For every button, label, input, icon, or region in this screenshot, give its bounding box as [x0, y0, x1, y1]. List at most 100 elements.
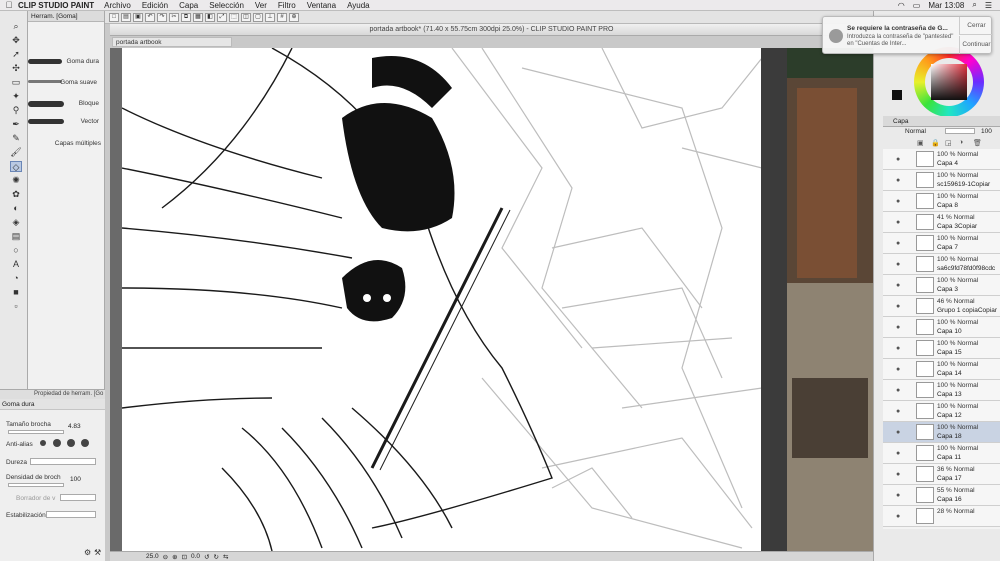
visibility-icon[interactable]: ●: [896, 366, 900, 373]
settings-icon[interactable]: ⚙: [84, 548, 91, 557]
subtool-bloque[interactable]: Bloque: [28, 95, 105, 113]
visibility-icon[interactable]: ●: [896, 240, 900, 247]
new-layer-icon[interactable]: ▣: [917, 139, 924, 147]
document-tab[interactable]: portada artbook: [112, 37, 232, 47]
menu-seleccion[interactable]: Selección: [209, 1, 244, 10]
stabilization-slider[interactable]: [46, 511, 96, 518]
transform-icon[interactable]: ⤢: [217, 12, 227, 22]
transparent-swatch-icon[interactable]: ▫: [10, 301, 22, 312]
density-value[interactable]: 100: [70, 476, 81, 483]
eraser-tool-icon[interactable]: ◇: [10, 161, 22, 172]
snap-grid-icon[interactable]: #: [277, 12, 287, 22]
layer-row[interactable]: ● 100 % Normal sc159619-1Copiar: [883, 170, 1000, 191]
move-tool-icon[interactable]: ✥: [10, 35, 22, 46]
layer-row[interactable]: ● 100 % Normal Capa 7: [883, 233, 1000, 254]
visibility-icon[interactable]: ●: [896, 324, 900, 331]
balloon-tool-icon[interactable]: ◔: [10, 273, 22, 284]
subtool-goma-dura[interactable]: Goma dura: [28, 53, 105, 71]
opacity-value[interactable]: 100: [981, 128, 992, 135]
blend-mode-select[interactable]: Normal: [905, 128, 926, 135]
pen-tool-icon[interactable]: ✒: [10, 119, 22, 130]
subtool-capas-multiples[interactable]: Capas múltiples: [28, 135, 105, 153]
wrench-icon[interactable]: ⚒: [94, 548, 101, 557]
visibility-icon[interactable]: ●: [896, 345, 900, 352]
text-tool-icon[interactable]: A: [10, 259, 22, 270]
visibility-icon[interactable]: ●: [896, 471, 900, 478]
fill-icon[interactable]: ◧: [205, 12, 215, 22]
layer-row[interactable]: ● 46 % Normal Grupo 1 copiaCopiar: [883, 296, 1000, 317]
layer-row[interactable]: ● 100 % Normal Capa 15: [883, 338, 1000, 359]
visibility-icon[interactable]: ●: [896, 219, 900, 226]
rotate-right-icon[interactable]: ↻: [214, 553, 219, 561]
paste-icon[interactable]: ▦: [193, 12, 203, 22]
undo-icon[interactable]: ↶: [145, 12, 155, 22]
menu-capa[interactable]: Capa: [179, 1, 198, 10]
layer-row[interactable]: ● 100 % Normal sa6c9fd78fd0f98cdc: [883, 254, 1000, 275]
new-file-icon[interactable]: □: [109, 12, 119, 22]
fill-tool-icon[interactable]: ◈: [10, 217, 22, 228]
visibility-icon[interactable]: ●: [896, 387, 900, 394]
drawing-canvas[interactable]: [110, 48, 873, 551]
menu-ver[interactable]: Ver: [255, 1, 267, 10]
invert-selection-icon[interactable]: ◫: [241, 12, 251, 22]
visibility-icon[interactable]: ●: [896, 429, 900, 436]
fit-icon[interactable]: ⊡: [182, 553, 187, 561]
delete-layer-icon[interactable]: 🗑: [973, 139, 982, 147]
density-slider[interactable]: [8, 483, 64, 487]
layer-row[interactable]: ● 100 % Normal Capa 14: [883, 359, 1000, 380]
opacity-slider[interactable]: [945, 128, 975, 134]
visibility-icon[interactable]: ●: [896, 303, 900, 310]
color-saturation-square[interactable]: [931, 64, 967, 100]
color-wheel[interactable]: [914, 47, 984, 117]
layer-move-icon[interactable]: ✣: [10, 63, 22, 74]
selection-border-icon[interactable]: ▢: [253, 12, 263, 22]
brush-tool-icon[interactable]: 🖌: [10, 147, 22, 158]
antialias-strong[interactable]: [81, 439, 89, 447]
brush-size-slider[interactable]: [8, 430, 64, 434]
antialias-medium[interactable]: [67, 439, 75, 447]
layer-row[interactable]: ● 41 % Normal Capa 3Copiar: [883, 212, 1000, 233]
menu-archivo[interactable]: Archivo: [104, 1, 131, 10]
antialias-none[interactable]: [40, 440, 46, 446]
visibility-icon[interactable]: ●: [896, 156, 900, 163]
app-menu[interactable]: CLIP STUDIO PAINT: [18, 1, 94, 10]
auto-select-icon[interactable]: ✦: [10, 91, 22, 102]
blend-tool-icon[interactable]: ◐: [10, 203, 22, 214]
visibility-icon[interactable]: ●: [896, 450, 900, 457]
zoom-in-icon[interactable]: ⊕: [172, 553, 177, 561]
layer-row[interactable]: ● 28 % Normal: [883, 506, 1000, 527]
antialias-weak[interactable]: [53, 439, 61, 447]
decoration-tool-icon[interactable]: ✿: [10, 189, 22, 200]
operation-tool-icon[interactable]: ➚: [10, 49, 22, 60]
battery-icon[interactable]: ▭: [913, 1, 921, 10]
subtool-vector[interactable]: Vector: [28, 113, 105, 131]
visibility-icon[interactable]: ●: [896, 198, 900, 205]
flip-icon[interactable]: ⇆: [223, 553, 228, 561]
visibility-icon[interactable]: ●: [896, 261, 900, 268]
airbrush-tool-icon[interactable]: ✺: [10, 175, 22, 186]
main-color-swatch[interactable]: [892, 90, 902, 100]
zoom-out-icon[interactable]: ⊖: [163, 553, 168, 561]
tab-layer[interactable]: Capa: [893, 118, 909, 125]
visibility-icon[interactable]: ●: [896, 282, 900, 289]
layer-row[interactable]: ● 100 % Normal Capa 10: [883, 317, 1000, 338]
redo-icon[interactable]: ↷: [157, 12, 167, 22]
continue-button[interactable]: Continuar: [959, 36, 993, 54]
gradient-tool-icon[interactable]: ▤: [10, 231, 22, 242]
layer-row[interactable]: ● 100 % Normal Capa 11: [883, 443, 1000, 464]
menu-filtro[interactable]: Filtro: [278, 1, 296, 10]
layer-row[interactable]: ● 55 % Normal Capa 16: [883, 485, 1000, 506]
cut-icon[interactable]: ✂: [169, 12, 179, 22]
snap-ruler-icon[interactable]: ⊥: [265, 12, 275, 22]
angle-value[interactable]: 0.0: [191, 553, 200, 560]
deselect-icon[interactable]: ⬚: [229, 12, 239, 22]
layer-row[interactable]: ● 100 % Normal Capa 13: [883, 380, 1000, 401]
notification-center-icon[interactable]: ☰: [985, 1, 992, 10]
lock-icon[interactable]: 🔒: [931, 139, 940, 147]
snap-special-ruler-icon[interactable]: ⊕: [289, 12, 299, 22]
selection-tool-icon[interactable]: ▭: [10, 77, 22, 88]
save-icon[interactable]: ▣: [133, 12, 143, 22]
color-swatch-icon[interactable]: ■: [10, 287, 22, 298]
menu-clock[interactable]: Mar 13:08: [928, 1, 964, 10]
vector-eraser-options[interactable]: [60, 494, 96, 501]
